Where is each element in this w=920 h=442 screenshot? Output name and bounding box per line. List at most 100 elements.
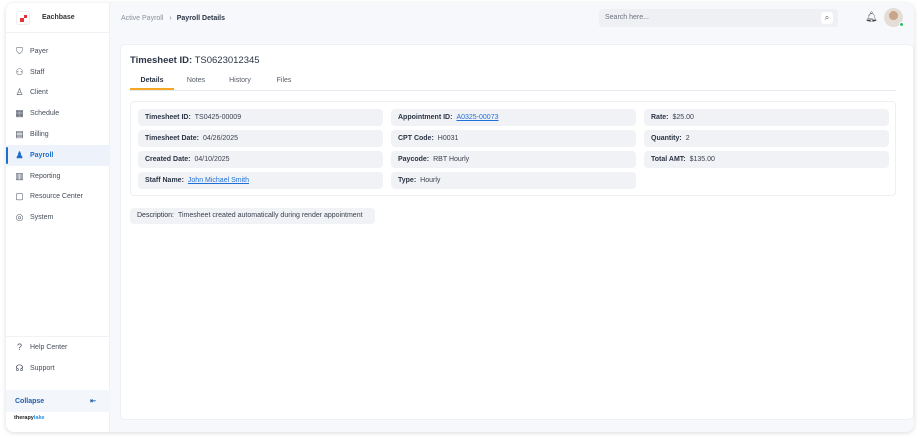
calendar-icon: ▦	[15, 108, 24, 119]
sidebar-item-label: Resource Center	[30, 193, 83, 201]
field-value: 2	[685, 135, 690, 142]
search-input[interactable]: Search here... ⌕	[599, 9, 838, 27]
field-value: TS0425-00009	[194, 114, 242, 121]
collapse-button[interactable]: Collapse ⇤	[6, 390, 110, 412]
detail-field: Timesheet ID: TS0425-00009	[138, 109, 383, 126]
collapse-arrow-icon: ⇤	[90, 398, 96, 405]
bell-icon[interactable]: 🔔︎	[865, 12, 878, 23]
help-icon: ?	[16, 341, 22, 352]
field-label: Timesheet Date:	[145, 135, 199, 142]
sidebar-nav: ⛉ Payer ⚇ Staff ♙ Client ▦ Schedule ▤ Billing…	[6, 41, 110, 228]
sidebar-item-client[interactable]: ♙ Client	[6, 83, 110, 104]
sidebar-item-resource-center[interactable]: ▢ Resource Center	[6, 187, 110, 208]
chevron-right-icon: ›	[169, 14, 172, 22]
search-placeholder: Search here...	[605, 14, 649, 21]
field-label: Rate:	[651, 114, 669, 121]
help-center-label: Help Center	[30, 343, 68, 351]
field-value: 04/26/2025	[202, 135, 238, 142]
field-label: Paycode:	[398, 156, 430, 163]
report-icon: ▥	[15, 170, 24, 181]
title-value: TS0623012345	[194, 55, 260, 66]
support-label: Support	[30, 364, 55, 372]
search-icon[interactable]: ⌕	[821, 12, 833, 24]
client-icon: ♙	[15, 87, 24, 98]
sidebar-item-label: Client	[30, 89, 48, 97]
title-label: Timesheet ID:	[130, 55, 193, 66]
field-link[interactable]: John Michael Smith	[188, 177, 249, 184]
page-title: Timesheet ID: TS0623012345	[130, 55, 260, 66]
detail-field: Timesheet Date: 04/26/2025	[138, 130, 383, 147]
field-label: Created Date:	[145, 156, 191, 163]
breadcrumb-parent[interactable]: Active Payroll	[121, 15, 163, 22]
detail-field: Created Date: 04/10/2025	[138, 151, 383, 168]
help-center-link[interactable]: ? Help Center	[6, 337, 110, 358]
billing-icon: ▤	[15, 129, 24, 140]
description-value: Timesheet created automatically during r…	[177, 212, 363, 219]
field-value: RBT Hourly	[433, 156, 470, 163]
tab-history[interactable]: History	[218, 75, 262, 90]
detail-field: Appointment ID: A0325-00073	[391, 109, 636, 126]
sidebar-item-label: Reporting	[30, 172, 61, 180]
field-value: $25.00	[672, 114, 694, 121]
field-label: Type:	[398, 177, 417, 184]
detail-field: Total AMT: $135.00	[644, 151, 889, 168]
sidebar-item-label: System	[30, 214, 54, 222]
logo-text-b: lake	[33, 415, 45, 421]
app-window: Eachbase ⛉ Payer ⚇ Staff ♙ Client ▦ Schedule…	[6, 3, 914, 432]
shield-icon: ⛉	[16, 45, 23, 56]
detail-field: Type: Hourly	[391, 172, 636, 189]
field-value: Hourly	[420, 177, 441, 184]
brand: Eachbase	[6, 3, 109, 33]
avatar[interactable]	[884, 8, 904, 27]
tab-files[interactable]: Files	[262, 75, 306, 90]
collapse-label: Collapse	[15, 397, 45, 405]
logo-text-a: therapy	[14, 415, 34, 421]
field-label: Quantity:	[651, 135, 682, 142]
logo-icon	[16, 10, 30, 25]
brand-name: Eachbase	[42, 14, 75, 21]
field-value: $135.00	[689, 156, 715, 163]
field-label: Total AMT:	[651, 156, 686, 163]
sidebar-item-label: Payroll	[30, 151, 54, 159]
tab-notes[interactable]: Notes	[174, 75, 218, 90]
sidebar: Eachbase ⛉ Payer ⚇ Staff ♙ Client ▦ Schedule…	[6, 3, 110, 432]
detail-field: Rate: $25.00	[644, 109, 889, 126]
detail-field: CPT Code: H0031	[391, 130, 636, 147]
tabs: Details Notes History Files	[130, 75, 896, 91]
support-link[interactable]: ☊ Support	[6, 358, 110, 379]
sidebar-bottom: ? Help Center ☊ Support	[6, 336, 110, 379]
detail-field: Quantity: 2	[644, 130, 889, 147]
sidebar-item-billing[interactable]: ▤ Billing	[6, 124, 110, 145]
online-status-icon	[899, 22, 904, 27]
payroll-icon: ♟	[15, 149, 24, 160]
details-panel: Timesheet ID: TS0425-00009 Timesheet Date:…	[130, 101, 896, 196]
sidebar-item-reporting[interactable]: ▥ Reporting	[6, 166, 110, 187]
field-label: Staff Name:	[145, 177, 184, 184]
field-label: CPT Code:	[398, 135, 434, 142]
tab-details[interactable]: Details	[130, 75, 174, 90]
breadcrumb: Active Payroll › Payroll Details	[121, 15, 225, 22]
field-link[interactable]: A0325-00073	[456, 114, 498, 121]
sidebar-item-label: Staff	[30, 68, 45, 76]
field-label: Timesheet ID:	[145, 114, 191, 121]
description-field: Description: Timesheet created automatica…	[130, 208, 375, 224]
sidebar-item-system[interactable]: ◎ System	[6, 207, 110, 228]
field-value: H0031	[437, 135, 459, 142]
field-label: Appointment ID:	[398, 114, 453, 121]
sidebar-item-payer[interactable]: ⛉ Payer	[6, 41, 110, 62]
sidebar-item-payroll[interactable]: ♟ Payroll	[6, 144, 110, 166]
field-value: 04/10/2025	[194, 156, 230, 163]
sidebar-item-staff[interactable]: ⚇ Staff	[6, 62, 110, 83]
headset-icon: ☊	[15, 362, 24, 373]
detail-field: Paycode: RBT Hourly	[391, 151, 636, 168]
detail-field: Staff Name: John Michael Smith	[138, 172, 383, 189]
system-icon: ◎	[15, 212, 24, 223]
sidebar-item-label: Billing	[30, 131, 49, 139]
folder-icon: ▢	[15, 191, 24, 202]
sidebar-item-label: Payer	[30, 47, 49, 55]
breadcrumb-current: Payroll Details	[176, 14, 225, 22]
topbar: Active Payroll › Payroll Details Search he…	[110, 3, 914, 33]
sidebar-item-label: Schedule	[30, 110, 60, 118]
therapylake-logo: therapylake	[14, 415, 45, 421]
sidebar-item-schedule[interactable]: ▦ Schedule	[6, 103, 110, 124]
